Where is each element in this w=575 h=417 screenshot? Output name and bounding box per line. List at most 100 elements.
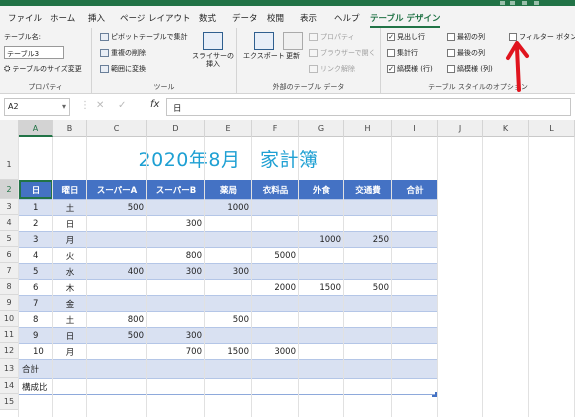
table-cell[interactable] bbox=[299, 216, 344, 231]
header-row-checkbox[interactable]: ✓ 見出し行 bbox=[387, 32, 425, 42]
table-cell[interactable] bbox=[392, 248, 438, 263]
row-header[interactable]: 6 bbox=[0, 247, 19, 263]
enter-icon[interactable]: ✓ bbox=[118, 100, 126, 111]
table-cell[interactable]: 3 bbox=[19, 232, 53, 247]
row-header[interactable]: 12 bbox=[0, 343, 19, 359]
remove-duplicates-button[interactable]: 重複の削除 bbox=[100, 48, 146, 58]
table-cell[interactable] bbox=[87, 232, 147, 247]
table-cell[interactable] bbox=[252, 312, 299, 327]
table-cell[interactable] bbox=[87, 360, 147, 378]
table-cell[interactable] bbox=[299, 395, 344, 410]
table-cell[interactable] bbox=[205, 395, 252, 410]
tab-formulas[interactable]: 数式 bbox=[199, 12, 216, 24]
table-cell[interactable] bbox=[344, 344, 392, 359]
table-cell[interactable] bbox=[147, 379, 205, 394]
table-cell[interactable] bbox=[344, 395, 392, 410]
table-cell[interactable]: 800 bbox=[147, 248, 205, 263]
cancel-icon[interactable]: ✕ bbox=[96, 100, 104, 111]
table-cell[interactable] bbox=[252, 360, 299, 378]
table-cell[interactable]: 400 bbox=[87, 264, 147, 279]
table-cell[interactable]: 8 bbox=[19, 312, 53, 327]
tab-table-design[interactable]: テーブル デザイン bbox=[370, 12, 441, 28]
table-cell[interactable]: 日 bbox=[53, 328, 87, 343]
total-row-checkbox[interactable]: 集計行 bbox=[387, 48, 418, 58]
tab-help[interactable]: ヘルプ bbox=[334, 12, 360, 24]
column-header-cell[interactable]: 衣料品 bbox=[252, 180, 299, 199]
table-cell[interactable] bbox=[87, 395, 147, 410]
table-cell[interactable] bbox=[252, 328, 299, 343]
column-header-c[interactable]: C bbox=[87, 120, 147, 137]
table-cell[interactable] bbox=[392, 200, 438, 215]
table-cell[interactable] bbox=[147, 232, 205, 247]
table-cell[interactable]: 1500 bbox=[299, 280, 344, 295]
row-header[interactable]: 11 bbox=[0, 327, 19, 343]
fx-button[interactable]: fx bbox=[150, 99, 159, 110]
table-cell[interactable] bbox=[205, 328, 252, 343]
table-cell[interactable] bbox=[205, 248, 252, 263]
table-cell[interactable] bbox=[252, 264, 299, 279]
last-column-checkbox[interactable]: 最後の列 bbox=[447, 48, 485, 58]
table-cell[interactable] bbox=[205, 360, 252, 378]
table-cell[interactable] bbox=[299, 379, 344, 394]
table-cell[interactable]: 2000 bbox=[252, 280, 299, 295]
column-header-a[interactable]: A bbox=[19, 120, 53, 137]
first-column-checkbox[interactable]: 最初の列 bbox=[447, 32, 485, 42]
column-header-f[interactable]: F bbox=[252, 120, 299, 137]
table-cell[interactable]: 火 bbox=[53, 248, 87, 263]
select-all-corner[interactable] bbox=[0, 120, 19, 137]
table-cell[interactable]: 合計 bbox=[19, 360, 53, 378]
row-header[interactable]: 4 bbox=[0, 215, 19, 231]
table-cell[interactable] bbox=[299, 328, 344, 343]
formula-input[interactable]: 日 bbox=[166, 98, 571, 116]
table-cell[interactable] bbox=[392, 232, 438, 247]
convert-to-range-button[interactable]: 範囲に変換 bbox=[100, 64, 146, 74]
tab-review[interactable]: 校閲 bbox=[267, 12, 284, 24]
column-header-cell[interactable]: スーパーA bbox=[87, 180, 147, 199]
tab-view[interactable]: 表示 bbox=[300, 12, 317, 24]
row-header[interactable]: 15 bbox=[0, 394, 19, 410]
table-cell[interactable] bbox=[87, 216, 147, 231]
table-cell[interactable]: 日 bbox=[53, 216, 87, 231]
table-cell[interactable] bbox=[392, 216, 438, 231]
column-header-k[interactable]: K bbox=[483, 120, 529, 137]
table-cell[interactable] bbox=[299, 248, 344, 263]
table-cell[interactable] bbox=[147, 296, 205, 311]
tab-file[interactable]: ファイル bbox=[8, 12, 42, 24]
table-cell[interactable]: 500 bbox=[344, 280, 392, 295]
table-cell[interactable]: 月 bbox=[53, 344, 87, 359]
table-cell[interactable] bbox=[252, 232, 299, 247]
column-header-j[interactable]: J bbox=[438, 120, 483, 137]
table-cell[interactable]: 800 bbox=[87, 312, 147, 327]
table-cell[interactable] bbox=[205, 379, 252, 394]
table-cell[interactable] bbox=[344, 248, 392, 263]
table-cell[interactable] bbox=[87, 280, 147, 295]
table-cell[interactable] bbox=[392, 312, 438, 327]
table-cell[interactable]: 木 bbox=[53, 280, 87, 295]
table-cell[interactable]: 700 bbox=[147, 344, 205, 359]
row-header[interactable]: 14 bbox=[0, 378, 19, 394]
table-cell[interactable] bbox=[344, 328, 392, 343]
table-cell[interactable]: 500 bbox=[87, 328, 147, 343]
table-cell[interactable]: 月 bbox=[53, 232, 87, 247]
table-cell[interactable] bbox=[344, 312, 392, 327]
table-cell[interactable] bbox=[205, 216, 252, 231]
tab-home[interactable]: ホーム bbox=[50, 12, 75, 24]
column-header-cell[interactable]: 合計 bbox=[392, 180, 438, 199]
table-cell[interactable]: 7 bbox=[19, 296, 53, 311]
table-cell[interactable]: 1000 bbox=[205, 200, 252, 215]
table-cell[interactable]: 500 bbox=[205, 312, 252, 327]
table-cell[interactable] bbox=[392, 280, 438, 295]
table-cell[interactable]: 土 bbox=[53, 200, 87, 215]
table-cell[interactable] bbox=[392, 344, 438, 359]
table-cell[interactable] bbox=[147, 360, 205, 378]
table-cell[interactable]: 1000 bbox=[299, 232, 344, 247]
table-cell[interactable] bbox=[53, 360, 87, 378]
table-cell[interactable] bbox=[252, 200, 299, 215]
table-cell[interactable] bbox=[87, 248, 147, 263]
column-header-cell[interactable]: 薬局 bbox=[205, 180, 252, 199]
table-cell[interactable] bbox=[392, 264, 438, 279]
refresh-button[interactable]: 更新 bbox=[283, 32, 303, 60]
name-box[interactable]: A2 ▾ bbox=[4, 98, 70, 116]
column-header-g[interactable]: G bbox=[299, 120, 344, 137]
table-cell[interactable]: 300 bbox=[147, 216, 205, 231]
